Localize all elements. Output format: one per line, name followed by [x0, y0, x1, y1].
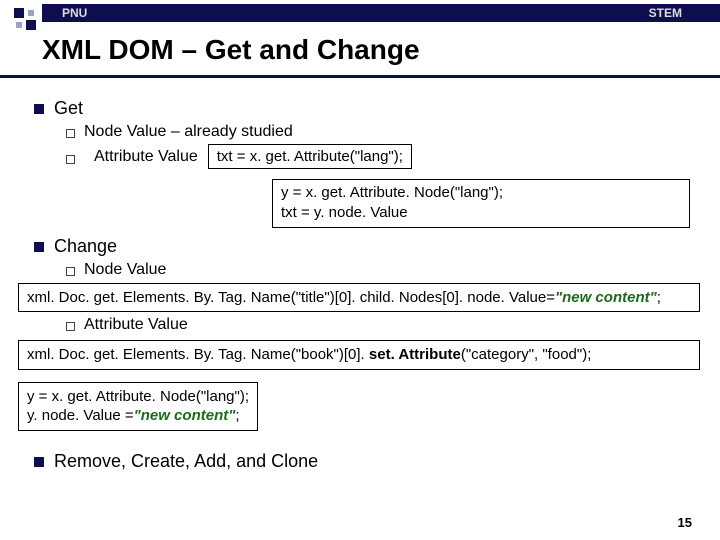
- hollow-square-bullet-icon: [66, 129, 75, 138]
- hollow-square-bullet-icon: [66, 267, 75, 276]
- section-label: Get: [54, 98, 83, 119]
- page-number: 15: [678, 515, 692, 530]
- code-text: ("category", "food");: [461, 346, 592, 363]
- subitem-text: Attribute Value: [84, 316, 188, 334]
- hollow-square-bullet-icon: [66, 155, 75, 164]
- code-wide: xml. Doc. get. Elements. By. Tag. Name("…: [18, 283, 700, 313]
- code-line: y = x. get. Attribute. Node("lang");: [27, 387, 249, 407]
- subitem-text: Attribute Value: [94, 148, 198, 166]
- filled-square-bullet-icon: [34, 457, 44, 467]
- section-remove: Remove, Create, Add, and Clone: [34, 451, 690, 472]
- slide: PNU STEM XML DOM – Get and Change Get No…: [0, 0, 720, 540]
- code-text: xml. Doc. get. Elements. By. Tag. Name("…: [27, 346, 369, 363]
- filled-square-bullet-icon: [34, 242, 44, 252]
- page-title: XML DOM – Get and Change: [42, 34, 420, 66]
- header-bar: [42, 4, 720, 22]
- content: Get Node Value – already studied Attribu…: [0, 78, 720, 472]
- code-text: ;: [657, 289, 661, 306]
- code-line: txt = y. node. Value: [281, 203, 681, 223]
- subitem-node-value: Node Value – already studied: [66, 123, 690, 141]
- filled-square-bullet-icon: [34, 104, 44, 114]
- logo-squares: [14, 8, 36, 30]
- subitem-attr-value: Attribute Value txt = x. get. Attribute(…: [66, 144, 690, 169]
- code-block: y = x. get. Attribute. Node("lang"); y. …: [18, 382, 258, 431]
- hollow-square-bullet-icon: [66, 322, 75, 331]
- code-inline: txt = x. get. Attribute("lang");: [208, 144, 412, 169]
- header-right: STEM: [649, 6, 682, 20]
- section-get: Get: [34, 98, 690, 119]
- subitem-text: Node Value: [84, 261, 166, 279]
- subitem-node-value: Node Value: [66, 261, 690, 279]
- section-label: Change: [54, 236, 117, 257]
- code-block: y = x. get. Attribute. Node("lang"); txt…: [272, 179, 690, 228]
- subitem-text: Node Value – already studied: [84, 123, 293, 141]
- subitem-attr-value: Attribute Value: [66, 316, 690, 334]
- code-line: y = x. get. Attribute. Node("lang");: [281, 183, 681, 203]
- code-wide: xml. Doc. get. Elements. By. Tag. Name("…: [18, 340, 700, 370]
- section-label: Remove, Create, Add, and Clone: [54, 451, 318, 472]
- header: PNU STEM XML DOM – Get and Change: [0, 0, 720, 78]
- code-bold: set. Attribute: [369, 346, 461, 363]
- section-change: Change: [34, 236, 690, 257]
- header-left: PNU: [62, 6, 87, 20]
- code-text: xml. Doc. get. Elements. By. Tag. Name("…: [27, 289, 555, 306]
- code-string: "new content": [555, 289, 657, 306]
- code-line: y. node. Value ="new content";: [27, 406, 249, 426]
